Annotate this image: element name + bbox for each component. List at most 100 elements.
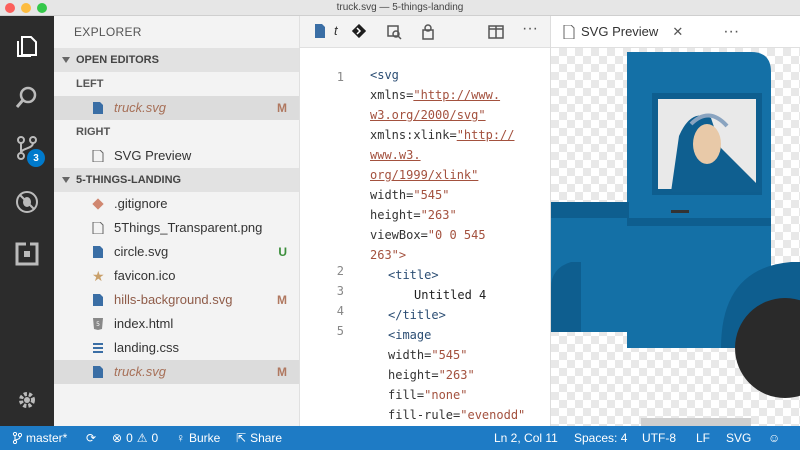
code-attr: height= xyxy=(388,368,439,382)
share-button[interactable]: ⇱ Share xyxy=(236,431,282,445)
line-number: 4 xyxy=(336,304,344,318)
git-file-icon xyxy=(92,198,104,210)
tab-svg-preview[interactable]: SVG Preview ✕ ··· xyxy=(551,16,800,48)
file-circle-svg[interactable]: circle.svg U xyxy=(54,240,299,264)
extensions-icon xyxy=(15,242,39,266)
eol-setting[interactable]: LF xyxy=(696,431,710,445)
title-bar: truck.svg — 5-things-landing xyxy=(0,0,800,16)
modified-badge: M xyxy=(277,101,287,115)
code-string: "http:// xyxy=(456,128,515,142)
file-name: 5Things_Transparent.png xyxy=(114,220,263,235)
code-string: "evenodd" xyxy=(460,408,526,422)
code-line: Untitled 4 xyxy=(414,288,487,302)
code-area[interactable]: <svg xmlns="http://www. w3.org/2000/svg"… xyxy=(352,48,544,426)
feedback-smiley-icon[interactable]: ☺ xyxy=(768,431,780,445)
line-number: 3 xyxy=(336,284,344,298)
code-string: "263" xyxy=(438,368,475,382)
more-actions-icon[interactable]: ··· xyxy=(522,20,538,38)
preview-tab-label: SVG Preview xyxy=(581,24,659,39)
modified-badge: M xyxy=(277,365,287,379)
sync-icon[interactable]: ⟳ xyxy=(86,431,96,445)
activity-debug[interactable] xyxy=(0,178,54,226)
code-string: "545" xyxy=(431,348,468,362)
open-editors-header[interactable]: OPEN EDITORS xyxy=(54,48,299,72)
git-branch-icon xyxy=(12,432,22,444)
language-mode[interactable]: SVG xyxy=(726,431,751,445)
editor-tabs: t ··· xyxy=(300,16,550,48)
activity-explorer[interactable] xyxy=(0,22,54,70)
explorer-title: EXPLORER xyxy=(74,25,142,39)
indentation-setting[interactable]: Spaces: 4 xyxy=(574,431,627,445)
line-number: 5 xyxy=(336,324,344,338)
code-editor: t ··· 1 2 3 4 5 <svg xmlns="http://www. … xyxy=(300,16,550,426)
svg-file-icon xyxy=(93,294,103,306)
person-icon: ♀ xyxy=(176,431,185,445)
file-5things-png[interactable]: 5Things_Transparent.png xyxy=(54,216,299,240)
open-editor-name: truck.svg xyxy=(114,100,167,115)
svg-text:5: 5 xyxy=(96,321,100,328)
line-number: 1 xyxy=(336,70,344,84)
activity-source-control[interactable] xyxy=(0,124,54,172)
editor-group-right: RIGHT xyxy=(76,126,111,138)
code-string: "http://www. xyxy=(413,88,501,102)
code-line: <image xyxy=(388,328,432,342)
open-editors-label: OPEN EDITORS xyxy=(76,54,159,66)
open-editor-truck-svg[interactable]: truck.svg M xyxy=(54,96,299,120)
file-truck-svg[interactable]: truck.svg M xyxy=(54,360,299,384)
more-actions-icon[interactable]: ··· xyxy=(723,23,739,41)
error-count: 0 xyxy=(126,431,133,445)
code-string: 263"> xyxy=(370,248,407,262)
code-attr: width= xyxy=(388,348,432,362)
settings-gear-icon xyxy=(19,392,35,408)
git-compare-icon[interactable] xyxy=(352,24,366,38)
open-editor-svg-preview[interactable]: SVG Preview xyxy=(54,144,299,168)
activity-bar: 3 xyxy=(0,16,54,426)
line-number-gutter: 1 2 3 4 5 xyxy=(300,48,348,426)
branch-indicator[interactable]: master* xyxy=(12,431,67,445)
star-icon: ★ xyxy=(92,268,105,284)
problems-indicator[interactable]: ⊗ 0 ⚠ 0 xyxy=(112,431,158,445)
file-name: index.html xyxy=(114,316,174,331)
file-favicon[interactable]: ★ favicon.ico xyxy=(54,264,299,288)
file-index-html[interactable]: 5 index.html xyxy=(54,312,299,336)
chevron-down-icon xyxy=(62,177,70,183)
folder-header[interactable]: 5-THINGS-LANDING xyxy=(54,168,299,192)
activity-extensions[interactable] xyxy=(0,230,54,278)
code-string: "545" xyxy=(413,188,450,202)
preview-file-icon xyxy=(563,24,575,39)
css-file-icon xyxy=(93,343,103,353)
preview-file-icon xyxy=(92,150,104,162)
svg-file-icon xyxy=(93,246,103,258)
live-share-user[interactable]: ♀ Burke xyxy=(176,431,220,445)
truck-illustration xyxy=(551,52,800,426)
file-name: circle.svg xyxy=(114,244,169,259)
user-name: Burke xyxy=(189,431,221,445)
code-line: <svg xyxy=(370,68,399,82)
warning-count: 0 xyxy=(151,431,159,445)
share-label: Share xyxy=(250,431,283,445)
code-string: "none" xyxy=(424,388,468,402)
svg-file-icon xyxy=(93,366,103,378)
file-name: truck.svg xyxy=(114,364,167,379)
code-attr: fill= xyxy=(388,388,425,402)
preview-user-icon[interactable] xyxy=(420,24,436,40)
code-attr: viewBox= xyxy=(370,228,428,242)
activity-search[interactable] xyxy=(0,74,54,122)
tab-truck-svg[interactable]: t xyxy=(334,23,338,38)
file-hills-background-svg[interactable]: hills-background.svg M xyxy=(54,288,299,312)
share-icon: ⇱ xyxy=(236,431,247,445)
cursor-position[interactable]: Ln 2, Col 11 xyxy=(494,431,558,445)
editor-group-left: LEFT xyxy=(76,78,104,90)
code-string: "263" xyxy=(420,208,457,222)
open-preview-icon[interactable] xyxy=(386,24,402,40)
line-number: 2 xyxy=(336,264,344,278)
activity-manage[interactable] xyxy=(0,376,54,424)
encoding-setting[interactable]: UTF-8 xyxy=(642,431,676,445)
warning-icon: ⚠ xyxy=(136,431,148,445)
file-landing-css[interactable]: landing.css xyxy=(54,336,299,360)
search-icon xyxy=(15,86,37,108)
file-gitignore[interactable]: .gitignore xyxy=(54,192,299,216)
close-tab-icon[interactable]: ✕ xyxy=(672,24,683,40)
split-editor-icon[interactable] xyxy=(488,24,504,40)
code-attr: fill-rule= xyxy=(388,408,461,422)
